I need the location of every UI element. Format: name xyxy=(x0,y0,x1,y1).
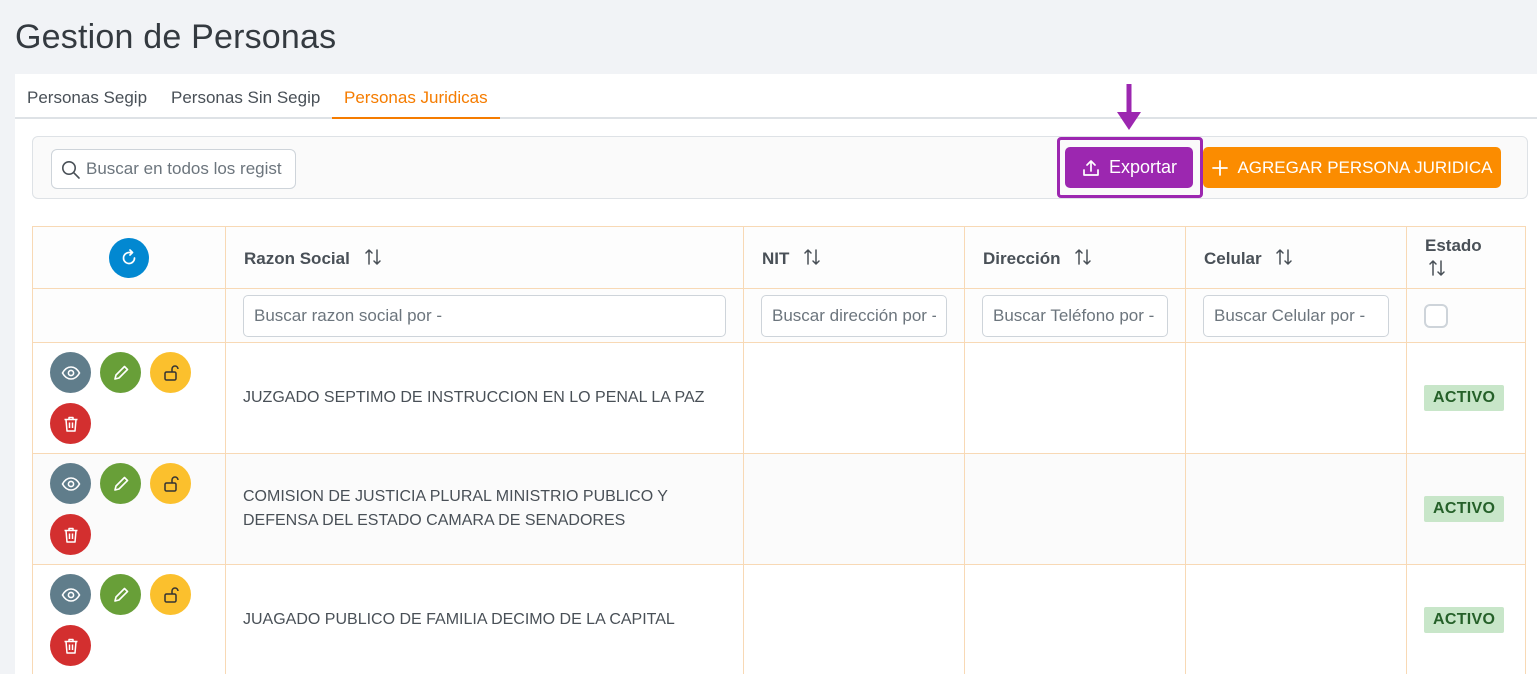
actions-header xyxy=(32,226,226,289)
unlock-icon xyxy=(163,364,179,381)
pencil-icon xyxy=(113,587,128,602)
unlock-button[interactable] xyxy=(150,574,191,615)
upload-icon xyxy=(1083,159,1099,176)
filter-cell xyxy=(743,288,965,343)
estado-cell: ACTIVO xyxy=(1406,453,1526,565)
sort-icon[interactable] xyxy=(1274,247,1294,267)
column-label: Celular xyxy=(1204,248,1262,268)
razon-social-filter-input[interactable] xyxy=(243,294,726,337)
table-row: JUZGADO SEPTIMO DE INSTRUCCION EN LO PEN… xyxy=(32,342,1526,454)
trash-icon xyxy=(64,527,77,543)
add-persona-juridica-button[interactable]: AGREGAR PERSONA JURIDICA xyxy=(1203,147,1501,188)
celular-cell xyxy=(1185,564,1407,674)
eye-icon xyxy=(61,365,80,380)
razon-social-text: JUAGADO PUBLICO DE FAMILIA DECIMO DE LA … xyxy=(243,611,675,628)
refresh-icon xyxy=(122,248,136,264)
column-label: Dirección xyxy=(983,248,1061,268)
edit-button[interactable] xyxy=(100,574,141,615)
estado-filter-checkbox[interactable] xyxy=(1424,303,1448,328)
delete-button[interactable] xyxy=(50,403,91,444)
toolbar: Exportar AGREGAR PERSONA JURIDICA xyxy=(32,136,1528,199)
status-badge: ACTIVO xyxy=(1424,496,1505,522)
nit-cell xyxy=(743,342,965,454)
column-header-celular[interactable]: Celular xyxy=(1185,226,1407,289)
sort-icon[interactable] xyxy=(1073,247,1093,267)
column-label: Estado xyxy=(1425,235,1482,255)
tab-bar: Personas Segip Personas Sin Segip Person… xyxy=(15,74,1537,119)
filter-cell xyxy=(225,288,744,343)
estado-cell: ACTIVO xyxy=(1406,564,1526,674)
global-search-input[interactable] xyxy=(86,150,291,188)
filter-row xyxy=(32,288,1526,343)
razon-social-text: JUZGADO SEPTIMO DE INSTRUCCION EN LO PEN… xyxy=(243,389,705,406)
sort-icon[interactable] xyxy=(363,247,383,267)
edit-button[interactable] xyxy=(100,352,141,393)
column-label: Razon Social xyxy=(244,248,350,268)
razon-social-cell: JUZGADO SEPTIMO DE INSTRUCCION EN LO PEN… xyxy=(225,342,744,454)
pencil-icon xyxy=(113,476,128,491)
edit-button[interactable] xyxy=(100,463,141,504)
direccion-filter-input[interactable] xyxy=(982,294,1168,337)
table-header-row: Razon Social NIT Dirección Celular Estad… xyxy=(32,226,1526,289)
column-header-razon-social[interactable]: Razon Social xyxy=(225,226,744,289)
sort-icon[interactable] xyxy=(802,247,822,267)
pencil-icon xyxy=(113,365,128,380)
personas-juridicas-table: Razon Social NIT Dirección Celular Estad… xyxy=(32,226,1526,674)
column-header-direccion[interactable]: Dirección xyxy=(964,226,1186,289)
eye-icon xyxy=(61,476,80,491)
celular-cell xyxy=(1185,453,1407,565)
search-icon xyxy=(62,161,80,179)
trash-icon xyxy=(64,416,77,432)
direccion-cell xyxy=(964,453,1186,565)
column-label: NIT xyxy=(762,248,790,268)
unlock-icon xyxy=(163,586,179,603)
filter-cell-empty xyxy=(32,288,226,343)
export-button[interactable]: Exportar xyxy=(1065,147,1193,188)
table-row: COMISION DE JUSTICIA PLURAL MINISTRIO PU… xyxy=(32,453,1526,565)
delete-button[interactable] xyxy=(50,625,91,666)
filter-cell xyxy=(1185,288,1407,343)
razon-social-cell: COMISION DE JUSTICIA PLURAL MINISTRIO PU… xyxy=(225,453,744,565)
view-button[interactable] xyxy=(50,463,91,504)
export-button-label: Exportar xyxy=(1108,157,1178,177)
filter-cell xyxy=(964,288,1186,343)
celular-filter-input[interactable] xyxy=(1203,294,1389,337)
tab-personas-sin-segip[interactable]: Personas Sin Segip xyxy=(171,88,320,119)
status-badge: ACTIVO xyxy=(1424,385,1505,411)
unlock-button[interactable] xyxy=(150,463,191,504)
row-actions xyxy=(32,453,226,565)
row-actions xyxy=(32,564,226,674)
unlock-button[interactable] xyxy=(150,352,191,393)
page-title: Gestion de Personas xyxy=(15,18,337,56)
column-header-nit[interactable]: NIT xyxy=(743,226,965,289)
arrow-down-icon xyxy=(1117,84,1141,130)
row-actions xyxy=(32,342,226,454)
nit-cell xyxy=(743,453,965,565)
razon-social-text: COMISION DE JUSTICIA PLURAL MINISTRIO PU… xyxy=(243,488,668,529)
nit-filter-input[interactable] xyxy=(761,294,947,337)
add-button-label: AGREGAR PERSONA JURIDICA xyxy=(1237,157,1493,177)
tab-personas-juridicas[interactable]: Personas Juridicas xyxy=(332,88,500,119)
refresh-button[interactable] xyxy=(109,237,149,278)
filter-cell xyxy=(1406,288,1526,343)
nit-cell xyxy=(743,564,965,674)
direccion-cell xyxy=(964,564,1186,674)
trash-icon xyxy=(64,638,77,654)
delete-button[interactable] xyxy=(50,514,91,555)
plus-icon xyxy=(1212,159,1229,176)
sort-icon[interactable] xyxy=(1427,258,1447,278)
estado-cell: ACTIVO xyxy=(1406,342,1526,454)
global-search xyxy=(51,149,296,189)
status-badge: ACTIVO xyxy=(1424,607,1505,633)
table-row: JUAGADO PUBLICO DE FAMILIA DECIMO DE LA … xyxy=(32,564,1526,674)
direccion-cell xyxy=(964,342,1186,454)
tab-personas-segip[interactable]: Personas Segip xyxy=(27,88,147,119)
column-header-estado[interactable]: Estado xyxy=(1406,226,1526,289)
unlock-icon xyxy=(163,475,179,492)
celular-cell xyxy=(1185,342,1407,454)
view-button[interactable] xyxy=(50,574,91,615)
eye-icon xyxy=(61,587,80,602)
razon-social-cell: JUAGADO PUBLICO DE FAMILIA DECIMO DE LA … xyxy=(225,564,744,674)
view-button[interactable] xyxy=(50,352,91,393)
